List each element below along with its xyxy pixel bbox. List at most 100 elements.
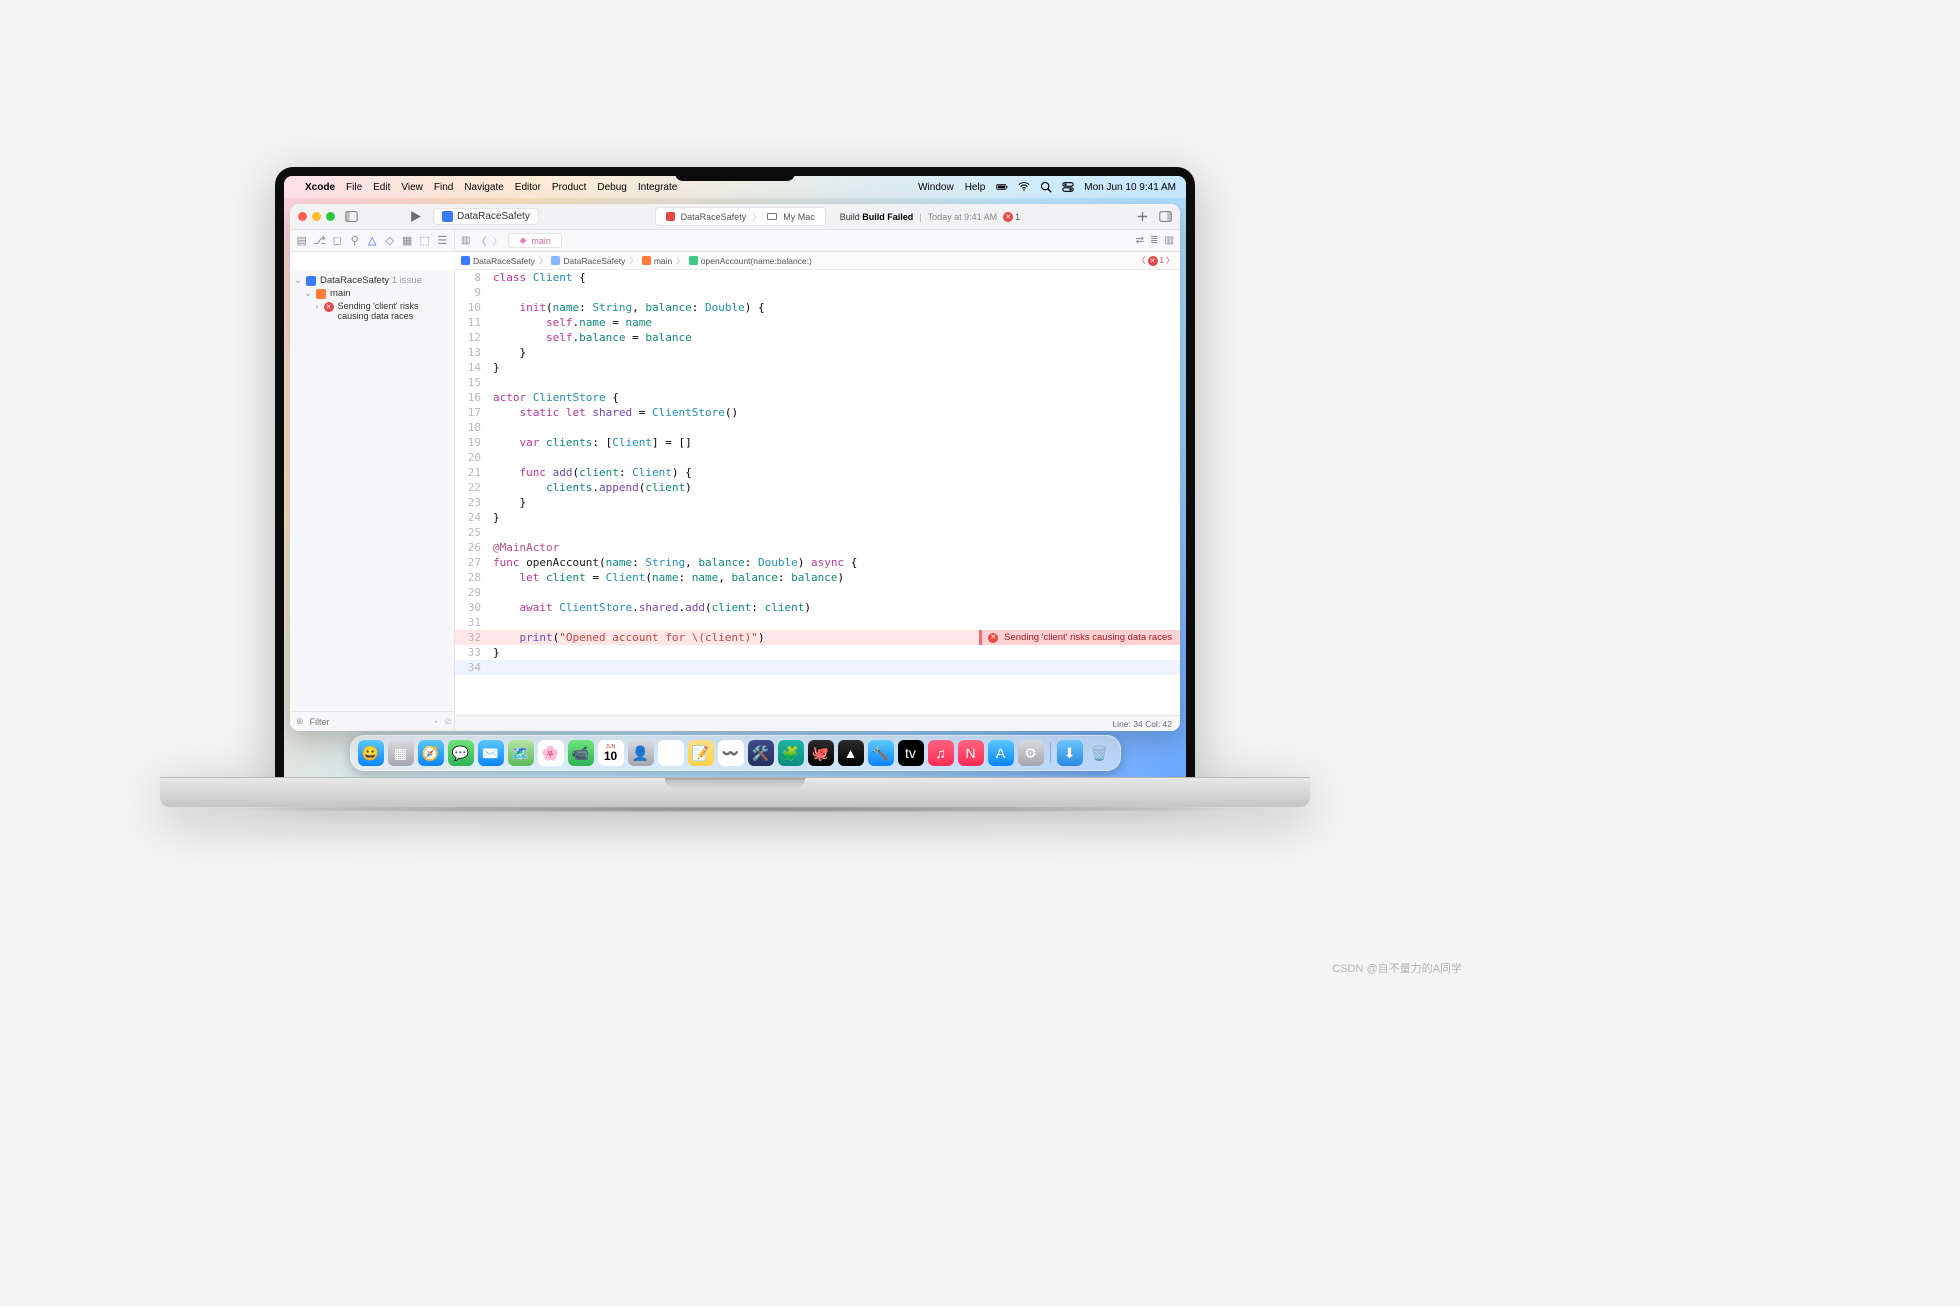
close-button[interactable] — [298, 212, 307, 221]
control-center-icon[interactable] — [1062, 181, 1074, 193]
dock-app-safari[interactable]: 🧭 — [418, 740, 444, 766]
dock-app-app3[interactable]: 🐙 — [808, 740, 834, 766]
dock-app-maps[interactable]: 🗺️ — [508, 740, 534, 766]
code-line[interactable]: 22 clients.append(client) — [455, 480, 1180, 495]
code-line[interactable]: 24} — [455, 510, 1180, 525]
report-navigator-icon[interactable]: ☰ — [437, 234, 449, 247]
code-line[interactable]: 10 init(name: String, balance: Double) { — [455, 300, 1180, 315]
menu-debug[interactable]: Debug — [597, 182, 626, 193]
menu-help[interactable]: Help — [965, 182, 986, 193]
dock-app-music[interactable]: ♫ — [928, 740, 954, 766]
editor-tab[interactable]: ◆ main — [508, 233, 561, 248]
code-line[interactable]: 19 var clients: [Client] = [] — [455, 435, 1180, 450]
menubar-datetime[interactable]: Mon Jun 10 9:41 AM — [1084, 182, 1176, 193]
dock-app-app2[interactable]: 🧩 — [778, 740, 804, 766]
library-button[interactable] — [1159, 210, 1172, 223]
filter-input[interactable] — [310, 717, 427, 727]
code-line[interactable]: 23 } — [455, 495, 1180, 510]
nav-issue-label[interactable]: Sending 'client' risks causing data race… — [338, 301, 448, 322]
menu-view[interactable]: View — [401, 182, 423, 193]
code-line[interactable]: 14} — [455, 360, 1180, 375]
dock-app-notes[interactable]: 📝 — [688, 740, 714, 766]
add-button[interactable] — [1136, 210, 1149, 223]
dock-app-trash[interactable]: 🗑️ — [1087, 740, 1113, 766]
zoom-button[interactable] — [326, 212, 335, 221]
code-line[interactable]: 31 — [455, 615, 1180, 630]
dock-app-settings[interactable]: ⚙︎ — [1018, 740, 1044, 766]
code-line[interactable]: 27func openAccount(name: String, balance… — [455, 555, 1180, 570]
dock-app-mail[interactable]: ✉️ — [478, 740, 504, 766]
recent-filter-icon[interactable]: ◔ — [433, 717, 438, 727]
nav-forward-button[interactable]: 〉 — [492, 233, 502, 248]
code-line[interactable]: 13 } — [455, 345, 1180, 360]
menu-integrate[interactable]: Integrate — [638, 182, 677, 193]
scheme-selector[interactable]: DataRaceSafety — [433, 208, 539, 225]
project-navigator-icon[interactable]: ▤ — [296, 234, 308, 247]
jumpbar-error-stepper[interactable]: 〈 ✕1 〉 — [1138, 255, 1174, 266]
test-navigator-icon[interactable]: ◇ — [384, 234, 396, 247]
debug-navigator-icon[interactable]: ▦ — [402, 234, 414, 247]
menu-editor[interactable]: Editor — [515, 182, 541, 193]
menu-find[interactable]: Find — [434, 182, 453, 193]
editor-layout-icon[interactable]: ▥ — [461, 235, 470, 246]
code-line[interactable]: 8class Client { — [455, 270, 1180, 285]
adjust-editor-button[interactable]: ⇄ — [1136, 235, 1144, 246]
dock-app-calendar[interactable]: JUN10 — [598, 740, 624, 766]
code-line[interactable]: 28 let client = Client(name: name, balan… — [455, 570, 1180, 585]
dock-app-messages[interactable]: 💬 — [448, 740, 474, 766]
code-line[interactable]: 26@MainActor — [455, 540, 1180, 555]
run-destination[interactable]: DataRaceSafety 〉 My Mac — [655, 207, 826, 226]
disclosure-icon[interactable]: ⌄ — [304, 288, 312, 299]
dock-app-app1[interactable]: 🛠️ — [748, 740, 774, 766]
toggle-left-panel-button[interactable] — [345, 210, 358, 223]
code-line[interactable]: 18 — [455, 420, 1180, 435]
code-line[interactable]: 21 func add(client: Client) { — [455, 465, 1180, 480]
dock-app-contacts[interactable]: 👤 — [628, 740, 654, 766]
dock-app-launchpad[interactable]: ▦ — [388, 740, 414, 766]
code-line[interactable]: 11 self.name = name — [455, 315, 1180, 330]
dock-app-photos[interactable]: 🌸 — [538, 740, 564, 766]
code-line[interactable]: 29 — [455, 585, 1180, 600]
menubar-app-name[interactable]: Xcode — [305, 182, 335, 193]
code-line[interactable]: 34 — [455, 660, 1180, 675]
code-line[interactable]: 17 static let shared = ClientStore() — [455, 405, 1180, 420]
dock-app-appstore[interactable]: A — [988, 740, 1014, 766]
error-badge[interactable]: ✕1 — [1003, 212, 1020, 222]
menu-file[interactable]: File — [346, 182, 362, 193]
dock-app-reminders[interactable]: ☑︎ — [658, 740, 684, 766]
scope-filter-icon[interactable]: ⊘ — [444, 716, 452, 727]
inline-error-banner[interactable]: ✕Sending 'client' risks causing data rac… — [979, 630, 1180, 645]
minimize-button[interactable] — [312, 212, 321, 221]
menu-product[interactable]: Product — [552, 182, 586, 193]
run-button[interactable] — [408, 209, 423, 224]
dock-app-news[interactable]: N — [958, 740, 984, 766]
menu-window[interactable]: Window — [918, 182, 954, 193]
dock-app-xcode[interactable]: 🔨 — [868, 740, 894, 766]
code-line[interactable]: 33} — [455, 645, 1180, 660]
breakpoint-navigator-icon[interactable]: ⬚ — [419, 234, 431, 247]
code-line[interactable]: 12 self.balance = balance — [455, 330, 1180, 345]
jump-bar[interactable]: DataRaceSafety 〉 DataRaceSafety 〉 main 〉… — [455, 252, 1180, 270]
wifi-icon[interactable] — [1018, 181, 1030, 193]
nav-root-label[interactable]: DataRaceSafety 1 issue — [320, 275, 422, 286]
code-line[interactable]: 30 await ClientStore.shared.add(client: … — [455, 600, 1180, 615]
nav-back-button[interactable]: 〈 — [476, 233, 486, 248]
search-icon[interactable] — [1040, 181, 1052, 193]
dock-app-freeform[interactable]: 〰️ — [718, 740, 744, 766]
find-navigator-icon[interactable]: ⚲ — [349, 234, 361, 247]
toggle-right-panel-button[interactable]: ▥ — [1165, 235, 1174, 246]
bookmark-navigator-icon[interactable]: ◻ — [332, 234, 344, 247]
dock-app-tv[interactable]: tv — [898, 740, 924, 766]
code-line[interactable]: 9 — [455, 285, 1180, 300]
dock-app-downloads[interactable]: ⬇︎ — [1057, 740, 1083, 766]
code-line[interactable]: 25 — [455, 525, 1180, 540]
dock-app-facetime[interactable]: 📹 — [568, 740, 594, 766]
code-line[interactable]: 20 — [455, 450, 1180, 465]
issue-navigator-icon[interactable]: △ — [367, 234, 379, 247]
filter-icon[interactable]: ⊕ — [296, 716, 304, 727]
dock-app-appstore-dev[interactable]: ▲ — [838, 740, 864, 766]
menu-edit[interactable]: Edit — [373, 182, 390, 193]
nav-file-label[interactable]: main — [330, 288, 351, 299]
disclosure-icon[interactable]: ⌄ — [294, 275, 302, 286]
editor-options-button[interactable]: ≣ — [1150, 235, 1158, 246]
